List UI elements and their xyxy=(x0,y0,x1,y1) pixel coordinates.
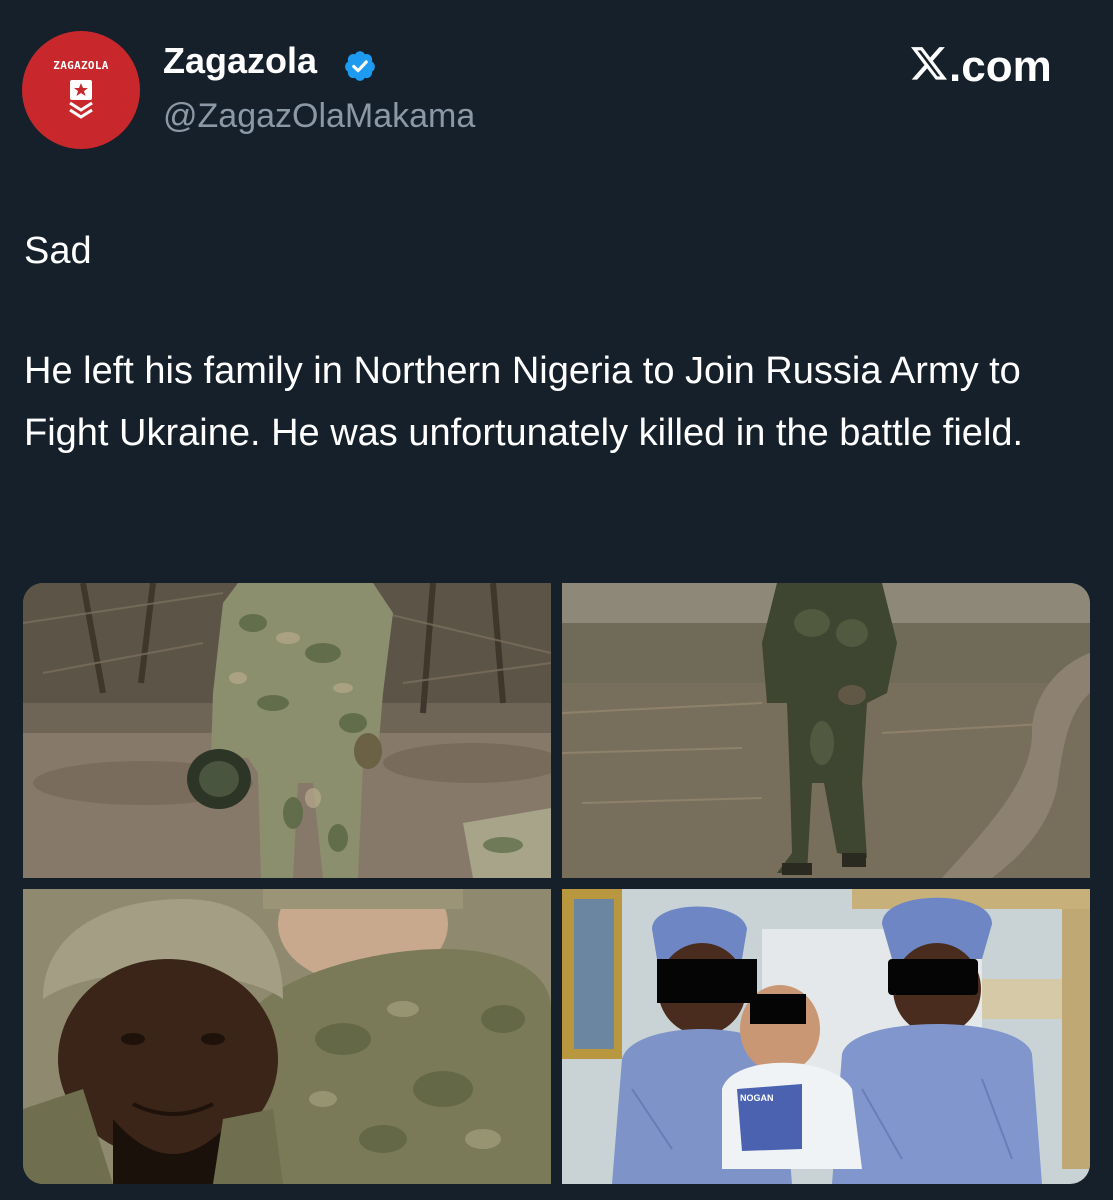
media-photo-1[interactable] xyxy=(23,583,551,878)
display-name[interactable]: Zagazola xyxy=(163,43,317,79)
x-logo-icon xyxy=(911,47,947,80)
handle[interactable]: @ZagazOlaMakama xyxy=(163,99,475,133)
avatar[interactable]: ZAGAZOLA xyxy=(22,31,140,149)
avatar-emblem-icon xyxy=(69,80,93,119)
brand-domain: .com xyxy=(949,42,1052,91)
onesie-label: NOGAN xyxy=(740,1093,774,1103)
censor-bar xyxy=(657,959,757,1003)
x-com-watermark: .com xyxy=(909,43,1052,89)
verified-badge-icon xyxy=(345,51,375,81)
soldier-field-photo xyxy=(562,583,1090,878)
two-soldiers-photo xyxy=(23,889,551,1184)
media-grid: NOGAN xyxy=(23,583,1090,1184)
post-text-body: He left his family in Northern Nigeria t… xyxy=(24,350,1024,454)
soldier-forest-photo xyxy=(23,583,551,878)
media-photo-4[interactable]: NOGAN xyxy=(562,889,1090,1184)
media-photo-2[interactable] xyxy=(562,583,1090,878)
post-text-line: Sad xyxy=(24,230,92,272)
censor-bar xyxy=(750,994,806,1024)
chevron-icon xyxy=(69,101,93,112)
media-photo-3[interactable] xyxy=(23,889,551,1184)
censor-bar xyxy=(888,959,978,995)
children-photo: NOGAN xyxy=(562,889,1090,1184)
